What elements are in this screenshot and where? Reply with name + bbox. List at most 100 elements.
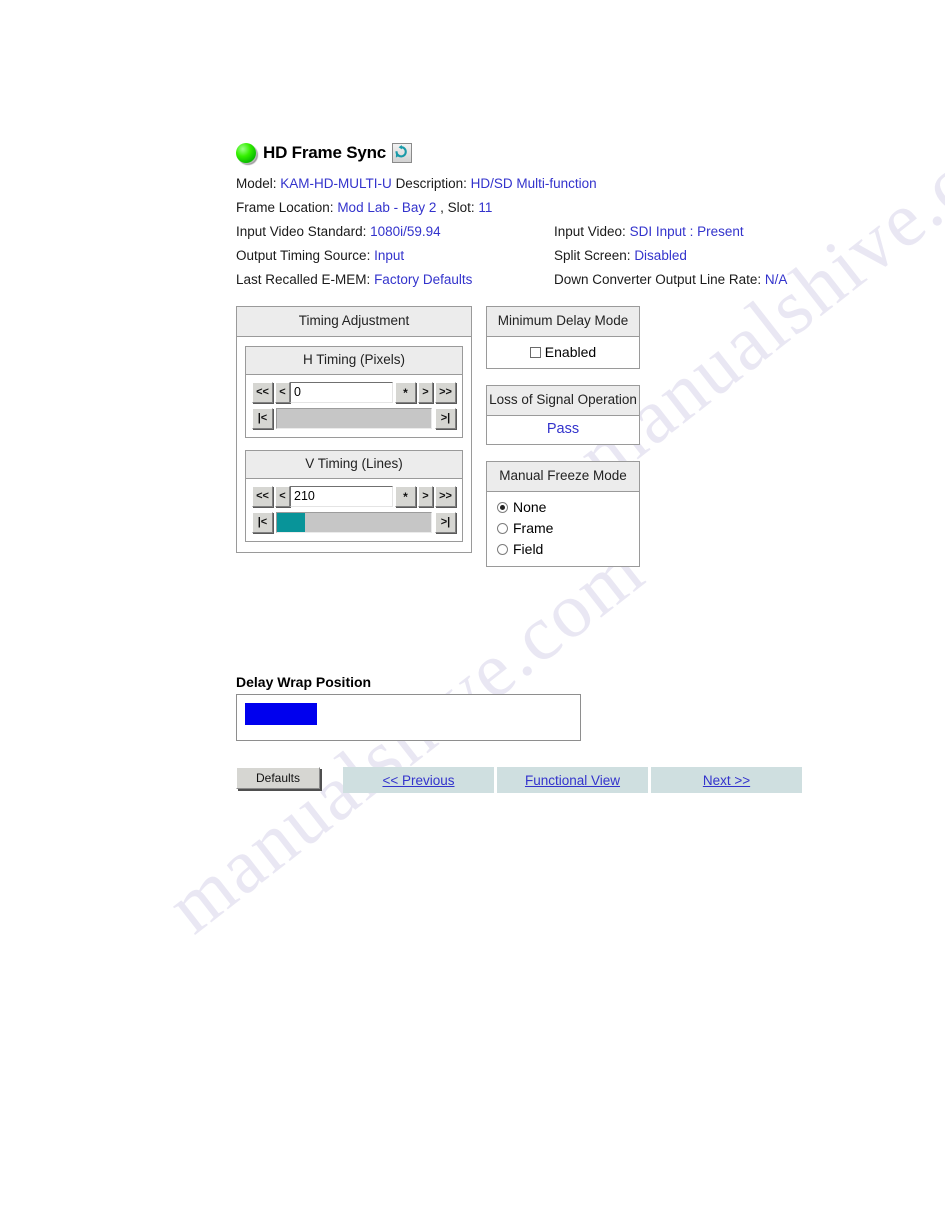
h-timing-min-button[interactable]: |< [252,408,273,429]
slot-label: , Slot: [440,200,475,215]
v-timing-slider-track[interactable] [276,512,432,533]
split-screen-label: Split Screen: [554,248,631,263]
device-info: Model: KAM-HD-MULTI-U Description: HD/SD… [236,172,856,292]
h-timing-title: H Timing (Pixels) [246,347,462,375]
v-timing-reset-button[interactable]: * [395,486,416,507]
page-root: manualshive.com manualshive.com HD Frame… [0,0,945,1215]
nav-next-label: Next >> [702,772,751,788]
frame-location-value[interactable]: Mod Lab - Bay 2 [337,200,436,215]
minimum-delay-mode-checkbox[interactable] [529,346,541,358]
manual-freeze-option-frame[interactable]: Frame [491,518,635,539]
info-line-timing: Output Timing Source: Input Split Screen… [236,244,856,268]
page-title-row: HD Frame Sync [236,140,856,166]
radio-icon-none[interactable] [497,502,508,513]
v-timing-min-button[interactable]: |< [252,512,273,533]
h-timing-back-button[interactable]: < [275,382,290,403]
frame-sync-app: HD Frame Sync Model: KAM-HD-MULTI-U Desc… [236,140,856,793]
h-timing-fast-forward-button[interactable]: >> [435,382,456,403]
footer-bar: Defaults << Previous Functional View Nex… [236,767,856,793]
last-recalled-emem-value[interactable]: Factory Defaults [374,272,472,287]
h-timing-fast-back-button[interactable]: << [252,382,273,403]
info-line-model: Model: KAM-HD-MULTI-U Description: HD/SD… [236,172,856,196]
manual-freeze-mode-panel: Manual Freeze Mode None Frame Field [486,461,640,567]
model-value[interactable]: KAM-HD-MULTI-U [280,176,392,191]
info-line-emem: Last Recalled E-MEM: Factory Defaults Do… [236,268,856,292]
down-converter-line-rate: Down Converter Output Line Rate: N/A [554,268,787,292]
info-line-location: Frame Location: Mod Lab - Bay 2 , Slot: … [236,196,856,220]
nav-previous-button[interactable]: << Previous [343,767,494,793]
output-timing-source-value[interactable]: Input [374,248,404,263]
timing-adjustment-panel: Timing Adjustment H Timing (Pixels) << <… [236,306,472,553]
down-converter-label: Down Converter Output Line Rate: [554,272,762,287]
defaults-button[interactable]: Defaults [236,767,320,789]
v-timing-title: V Timing (Lines) [246,451,462,479]
main-panels: Timing Adjustment H Timing (Pixels) << <… [236,306,856,636]
loss-of-signal-panel: Loss of Signal Operation Pass [486,385,640,445]
manual-freeze-option-none[interactable]: None [491,497,635,518]
input-video-label: Input Video: [554,224,626,239]
nav-functional-view-label: Functional View [524,772,621,788]
description-label: Description: [395,176,467,191]
delay-wrap-position-bar [245,703,317,725]
v-timing-panel: V Timing (Lines) << < 210 * > >> |< >| [245,450,463,542]
input-video-value[interactable]: SDI Input : Present [630,224,744,239]
green-led-icon [236,143,256,163]
manual-freeze-option-frame-label: Frame [513,520,554,536]
info-line-standard: Input Video Standard: 1080i/59.94 Input … [236,220,856,244]
manual-freeze-mode-title: Manual Freeze Mode [487,462,639,492]
h-timing-spinner-row: << < 0 * > >> [252,382,456,403]
v-timing-fast-back-button[interactable]: << [252,486,273,507]
last-recalled-emem: Last Recalled E-MEM: Factory Defaults [236,268,554,292]
h-timing-input[interactable]: 0 [290,382,393,403]
delay-wrap-position-section: Delay Wrap Position [236,674,856,741]
frame-location-label: Frame Location: [236,200,334,215]
manual-freeze-option-field[interactable]: Field [491,539,635,560]
split-screen: Split Screen: Disabled [554,244,687,268]
page-title: HD Frame Sync [263,143,387,162]
loss-of-signal-title: Loss of Signal Operation [487,386,639,416]
manual-freeze-option-field-label: Field [513,541,544,557]
navigation-bar: << Previous Functional View Next >> [343,767,802,793]
slot-value[interactable]: 11 [478,200,492,215]
down-converter-value[interactable]: N/A [765,272,788,287]
v-timing-forward-button[interactable]: > [418,486,433,507]
right-panels-column: Minimum Delay Mode Enabled Loss of Signa… [486,306,640,567]
radio-icon-field[interactable] [497,544,508,555]
h-timing-panel: H Timing (Pixels) << < 0 * > >> |< >| [245,346,463,438]
refresh-icon[interactable] [392,143,413,163]
input-video-standard: Input Video Standard: 1080i/59.94 [236,220,554,244]
v-timing-fast-forward-button[interactable]: >> [435,486,456,507]
manual-freeze-option-none-label: None [513,499,547,515]
v-timing-slider-row: |< >| [252,512,456,533]
timing-adjustment-column: Timing Adjustment H Timing (Pixels) << <… [236,306,472,553]
description-value[interactable]: HD/SD Multi-function [471,176,597,191]
h-timing-max-button[interactable]: >| [435,408,456,429]
v-timing-input[interactable]: 210 [290,486,393,507]
v-timing-spinner-row: << < 210 * > >> [252,486,456,507]
nav-previous-label: << Previous [382,772,455,788]
radio-icon-frame[interactable] [497,523,508,534]
v-timing-max-button[interactable]: >| [435,512,456,533]
output-timing-source: Output Timing Source: Input [236,244,554,268]
input-video-standard-label: Input Video Standard: [236,224,367,239]
delay-wrap-position-label: Delay Wrap Position [236,674,372,690]
h-timing-slider-track[interactable] [276,408,432,429]
input-video: Input Video: SDI Input : Present [554,220,744,244]
v-timing-slider-thumb[interactable] [277,513,305,532]
output-timing-source-label: Output Timing Source: [236,248,371,263]
h-timing-forward-button[interactable]: > [418,382,433,403]
nav-functional-view-button[interactable]: Functional View [497,767,648,793]
nav-next-button[interactable]: Next >> [651,767,802,793]
input-video-standard-value[interactable]: 1080i/59.94 [370,224,441,239]
minimum-delay-mode-checkbox-row[interactable]: Enabled [495,342,631,362]
delay-wrap-position-box [236,694,581,741]
split-screen-value[interactable]: Disabled [634,248,687,263]
h-timing-slider-row: |< >| [252,408,456,429]
loss-of-signal-value[interactable]: Pass [491,418,635,441]
minimum-delay-mode-panel: Minimum Delay Mode Enabled [486,306,640,369]
h-timing-reset-button[interactable]: * [395,382,416,403]
model-label: Model: [236,176,277,191]
minimum-delay-mode-title: Minimum Delay Mode [487,307,639,337]
v-timing-back-button[interactable]: < [275,486,290,507]
last-recalled-emem-label: Last Recalled E-MEM: [236,272,371,287]
